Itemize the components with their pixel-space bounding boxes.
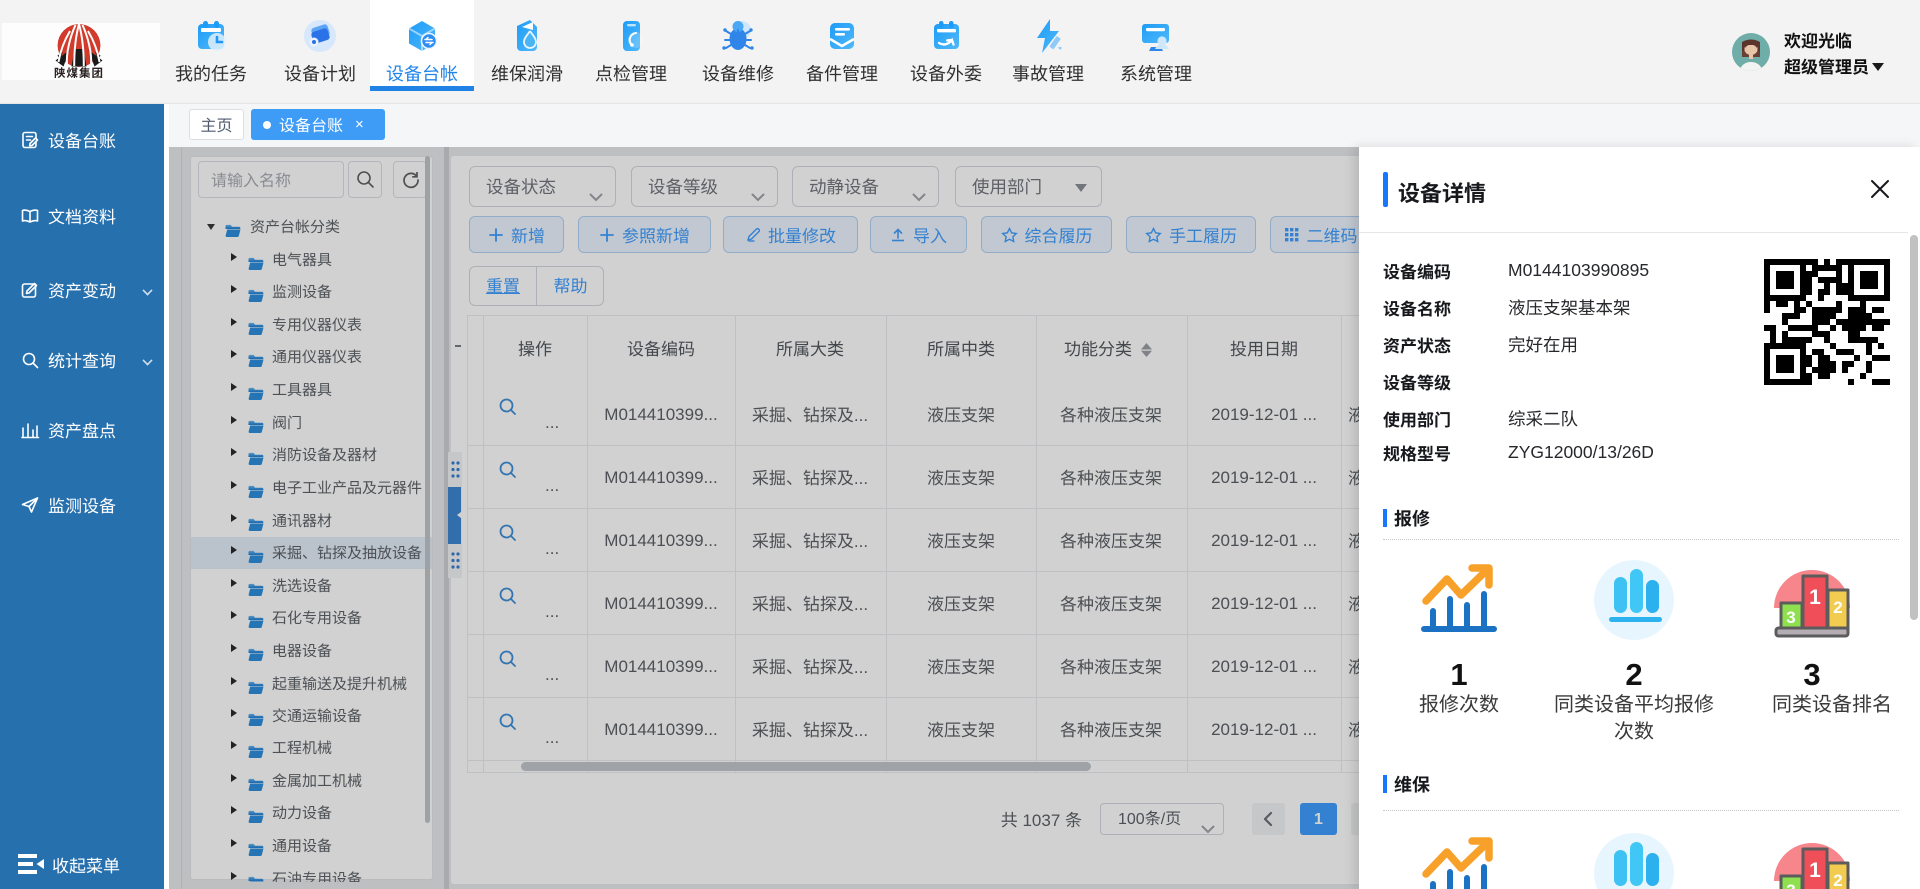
svg-text:1: 1 bbox=[1809, 859, 1821, 882]
svg-text:3: 3 bbox=[1786, 881, 1795, 889]
svg-text:2: 2 bbox=[1833, 871, 1842, 889]
svg-text:陕煤集团: 陕煤集团 bbox=[54, 65, 104, 80]
svg-text:2: 2 bbox=[1833, 598, 1842, 617]
svg-text:1: 1 bbox=[1809, 586, 1821, 609]
svg-text:3: 3 bbox=[1786, 608, 1795, 627]
